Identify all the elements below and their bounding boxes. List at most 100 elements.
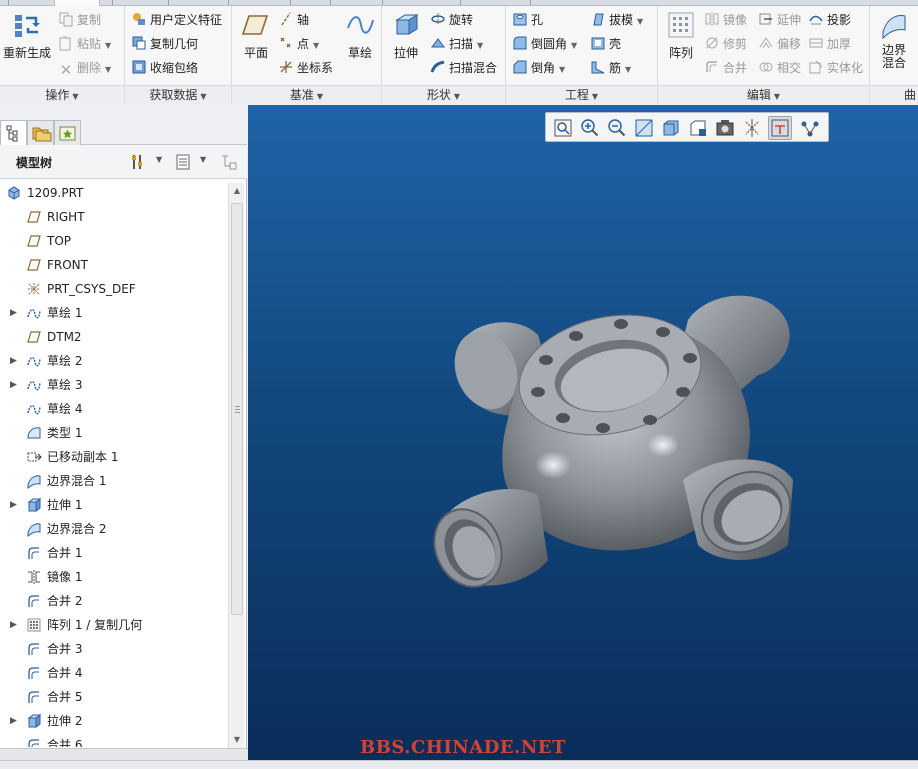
project-button[interactable]: 投影 — [808, 10, 851, 30]
offset-button[interactable]: 偏移 — [758, 34, 801, 54]
view-manager-button[interactable] — [713, 116, 737, 140]
rib-dropdown-icon[interactable]: ▼ — [625, 65, 631, 74]
user-defined-feature-button[interactable]: 用户定义特征 — [131, 10, 222, 30]
tree-item[interactable]: 1209.PRT — [0, 181, 228, 205]
draft-dropdown-icon[interactable]: ▼ — [637, 17, 643, 26]
group-label-get-data[interactable]: 获取数据 ▼ — [125, 85, 231, 104]
tree-item[interactable]: ▶ 草绘 1 — [0, 301, 228, 325]
solidify-button[interactable]: 实体化 — [808, 58, 863, 78]
sketch-button[interactable]: 草绘 — [340, 10, 380, 61]
pattern-button[interactable]: 阵列 — [662, 10, 700, 61]
chamfer-dropdown-icon[interactable]: ▼ — [559, 65, 565, 74]
graphics-viewport[interactable]: BBS.CHINADE.NET — [248, 105, 918, 760]
tab-favorites[interactable] — [54, 120, 81, 145]
show-list-icon[interactable] — [174, 153, 192, 171]
delete-button[interactable]: ✕ 删除 ▼ — [58, 58, 111, 78]
tree-item[interactable]: ▶ 拉伸 2 — [0, 709, 228, 733]
group-label-operations[interactable]: 操作 ▼ — [0, 85, 124, 104]
tree-item[interactable]: 草绘 4 — [0, 397, 228, 421]
scroll-up-arrow-icon[interactable]: ▲ — [229, 183, 245, 199]
tree-item[interactable]: 合并 4 — [0, 661, 228, 685]
tab-model-tree[interactable] — [0, 120, 27, 146]
tree-item[interactable]: 合并 6 — [0, 733, 228, 747]
rib-button[interactable]: 筋 ▼ — [590, 58, 631, 78]
axis-button[interactable]: 轴 — [278, 10, 309, 30]
repaint-button[interactable] — [632, 116, 656, 140]
group-label-shapes[interactable]: 形状 ▼ — [382, 85, 505, 104]
annotation-display-button[interactable] — [798, 116, 822, 140]
show-dropdown-icon[interactable]: ▼ — [200, 155, 206, 164]
shrinkwrap-button[interactable]: 收缩包络 — [131, 58, 198, 78]
tree-filter-icon[interactable] — [220, 153, 238, 171]
expand-arrow-icon[interactable]: ▶ — [10, 349, 17, 373]
group-label-surfaces[interactable]: 曲 — [870, 85, 918, 104]
tree-item[interactable]: 合并 2 — [0, 589, 228, 613]
extend-button[interactable]: 延伸 — [758, 10, 801, 30]
round-button[interactable]: 倒圆角 ▼ — [512, 34, 577, 54]
paste-button[interactable]: 粘贴 ▼ — [58, 34, 111, 54]
boundary-blend-button[interactable]: 边界 混合 — [874, 10, 914, 70]
tree-item[interactable]: DTM2 — [0, 325, 228, 349]
intersect-button[interactable]: 相交 — [758, 58, 801, 78]
tree-item[interactable]: 边界混合 1 — [0, 469, 228, 493]
extrude-button[interactable]: 拉伸 — [386, 10, 426, 61]
tree-item[interactable]: ▶ 草绘 3 — [0, 373, 228, 397]
tree-item[interactable]: FRONT — [0, 253, 228, 277]
point-dropdown-icon[interactable]: ▼ — [313, 41, 319, 50]
tree-item[interactable]: 镜像 1 — [0, 565, 228, 589]
tree-item[interactable]: 合并 5 — [0, 685, 228, 709]
datum-display-button[interactable] — [740, 116, 764, 140]
swept-blend-button[interactable]: 扫描混合 — [430, 58, 497, 78]
draft-button[interactable]: 拔模 ▼ — [590, 10, 643, 30]
zoom-in-button[interactable] — [578, 116, 602, 140]
thicken-button[interactable]: 加厚 — [808, 34, 851, 54]
tree-item[interactable]: 已移动副本 1 — [0, 445, 228, 469]
tree-item[interactable]: 边界混合 2 — [0, 517, 228, 541]
merge-button[interactable]: 合并 — [704, 58, 747, 78]
display-style-button[interactable] — [659, 116, 683, 140]
copy-geometry-button[interactable]: 复制几何 — [131, 34, 198, 54]
scroll-thumb[interactable] — [231, 203, 243, 615]
tree-item[interactable]: ▶ 草绘 2 — [0, 349, 228, 373]
delete-dropdown-icon[interactable]: ▼ — [105, 65, 111, 74]
zoom-out-button[interactable] — [605, 116, 629, 140]
tab-folder-browser[interactable] — [27, 120, 54, 145]
settings-dropdown-icon[interactable]: ▼ — [156, 155, 162, 164]
revolve-button[interactable]: 旋转 — [430, 10, 473, 30]
sweep-dropdown-icon[interactable]: ▼ — [477, 41, 483, 50]
tree-item[interactable]: RIGHT — [0, 205, 228, 229]
regenerate-button[interactable]: 重新生成 — [2, 10, 52, 61]
tree-item[interactable]: ▶ 拉伸 1 — [0, 493, 228, 517]
expand-arrow-icon[interactable]: ▶ — [10, 301, 17, 325]
saved-views-button[interactable] — [686, 116, 710, 140]
shell-button[interactable]: 壳 — [590, 34, 621, 54]
copy-button[interactable]: 复制 — [58, 10, 101, 30]
scroll-down-arrow-icon[interactable]: ▼ — [229, 732, 245, 748]
tree-item[interactable]: TOP — [0, 229, 228, 253]
group-label-editing[interactable]: 编辑 ▼ — [658, 85, 869, 104]
trim-button[interactable]: 修剪 — [704, 34, 747, 54]
expand-arrow-icon[interactable]: ▶ — [10, 709, 17, 733]
part-model-render[interactable] — [428, 280, 808, 610]
round-dropdown-icon[interactable]: ▼ — [571, 41, 577, 50]
model-tree-scrollbar[interactable]: ▲ ▼ — [228, 183, 244, 748]
expand-arrow-icon[interactable]: ▶ — [10, 493, 17, 517]
settings-tools-icon[interactable] — [130, 153, 148, 171]
spin-center-button[interactable] — [768, 116, 792, 140]
point-button[interactable]: 点 ▼ — [278, 34, 319, 54]
tree-item[interactable]: PRT_CSYS_DEF — [0, 277, 228, 301]
expand-arrow-icon[interactable]: ▶ — [10, 613, 17, 637]
hole-button[interactable]: 孔 — [512, 10, 543, 30]
mirror-button[interactable]: 镜像 — [704, 10, 747, 30]
group-label-datum[interactable]: 基准 ▼ — [232, 85, 381, 104]
sweep-button[interactable]: 扫描 ▼ — [430, 34, 483, 54]
group-label-engineering[interactable]: 工程 ▼ — [506, 85, 657, 104]
plane-button[interactable]: 平面 — [236, 10, 276, 61]
tree-item[interactable]: 合并 3 — [0, 637, 228, 661]
tree-item[interactable]: ▶ 阵列 1 / 复制几何 — [0, 613, 228, 637]
expand-arrow-icon[interactable]: ▶ — [10, 373, 17, 397]
tree-item[interactable]: 合并 1 — [0, 541, 228, 565]
refit-button[interactable] — [551, 116, 575, 140]
chamfer-button[interactable]: 倒角 ▼ — [512, 58, 565, 78]
tree-item[interactable]: 类型 1 — [0, 421, 228, 445]
